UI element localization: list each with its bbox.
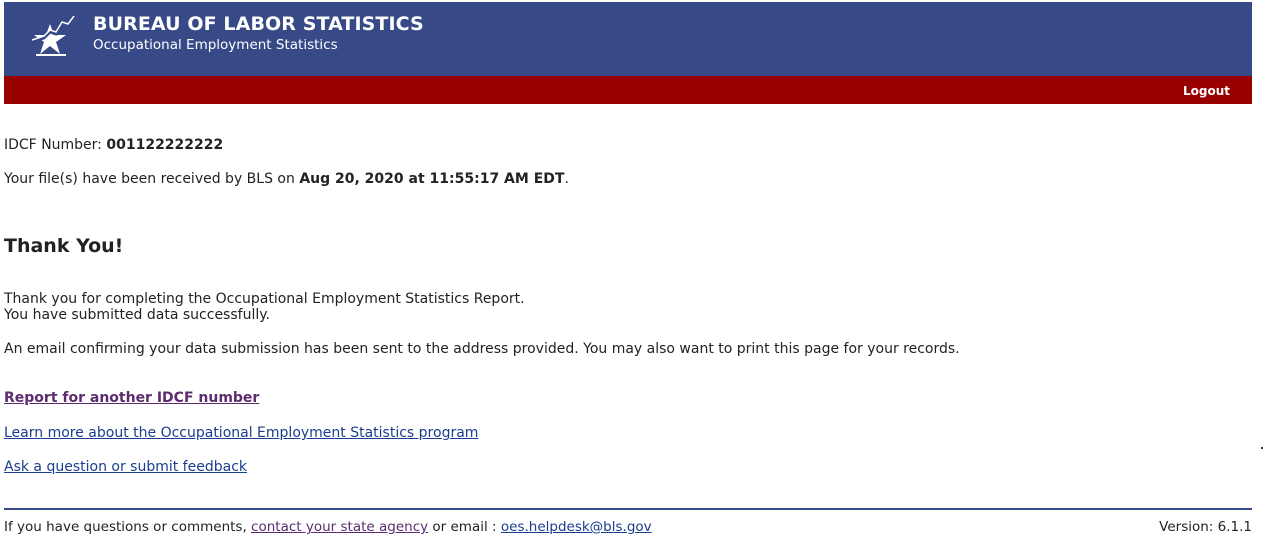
footer-middle: or email : — [428, 519, 501, 535]
ask-question-feedback-link[interactable]: Ask a question or submit feedback — [4, 459, 247, 475]
nav-bar: Logout — [4, 76, 1252, 104]
bls-star-logo-icon — [31, 16, 76, 56]
footer-prefix: If you have questions or comments, — [4, 519, 252, 535]
thank-you-heading: Thank You! — [4, 235, 124, 257]
thanks-line-1: Thank you for completing the Occupationa… — [4, 291, 525, 307]
received-suffix: . — [564, 171, 569, 187]
logout-link[interactable]: Logout — [1183, 84, 1230, 98]
learn-more-oes-link[interactable]: Learn more about the Occupational Employ… — [4, 425, 478, 441]
thanks-line-2: You have submitted data successfully. — [4, 307, 270, 323]
received-datetime: Aug 20, 2020 at 11:55:17 AM EDT — [299, 171, 565, 187]
helpdesk-email-link[interactable]: oes.helpdesk@bls.gov — [501, 519, 652, 535]
agency-title: BUREAU OF LABOR STATISTICS — [93, 13, 424, 35]
program-subtitle: Occupational Employment Statistics — [93, 37, 338, 53]
footer-divider — [4, 508, 1252, 510]
received-prefix: Your file(s) have been received by BLS o… — [4, 171, 300, 187]
email-confirmation-note: An email confirming your data submission… — [4, 341, 960, 357]
site-header: BUREAU OF LABOR STATISTICS Occupational … — [4, 2, 1252, 76]
version-label: Version: 6.1.1 — [1159, 519, 1252, 535]
idcf-label: IDCF Number: — [4, 137, 107, 153]
report-another-idcf-link[interactable]: Report for another IDCF number — [4, 390, 259, 406]
idcf-value: 001122222222 — [106, 137, 224, 153]
idcf-number-row: IDCF Number: 001122222222 — [4, 137, 223, 153]
received-message: Your file(s) have been received by BLS o… — [4, 171, 569, 187]
footer-contact: If you have questions or comments, conta… — [4, 519, 652, 535]
contact-state-agency-link[interactable]: contact your state agency — [251, 519, 428, 535]
stray-dot — [1261, 447, 1263, 449]
